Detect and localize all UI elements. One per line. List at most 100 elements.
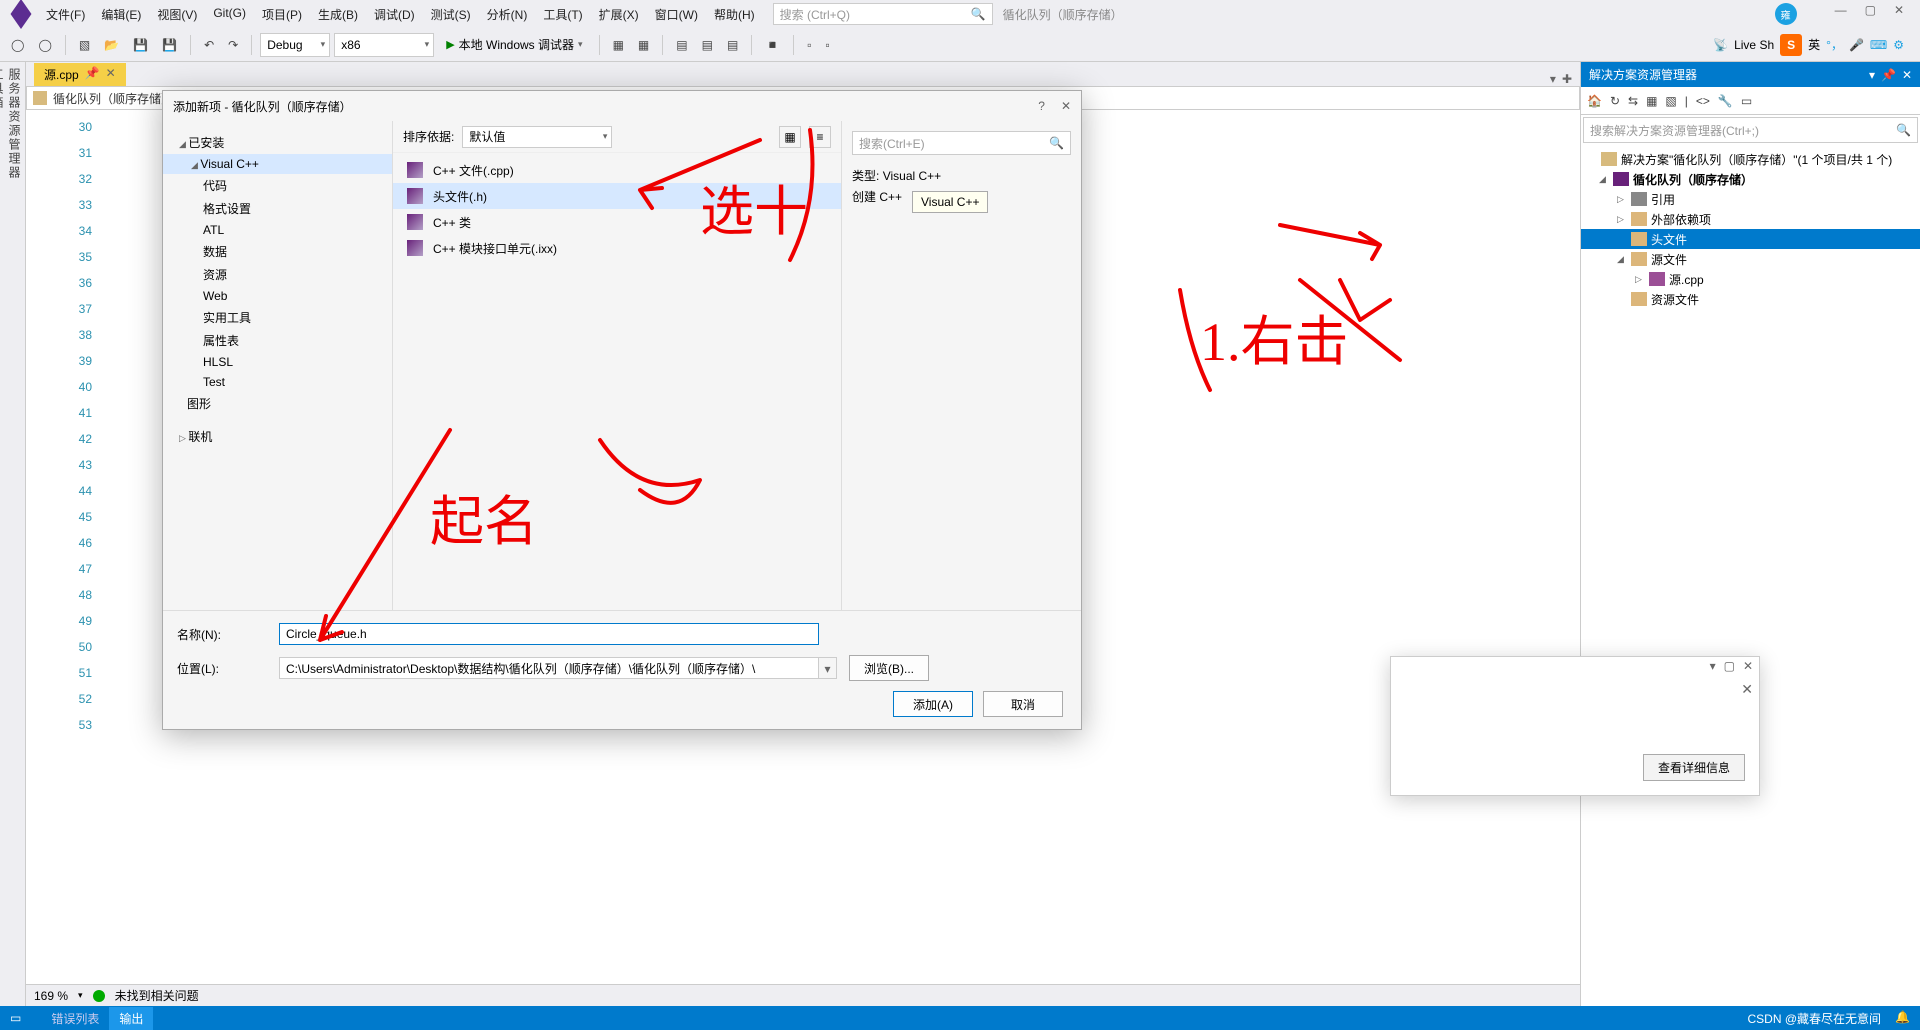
cat-item[interactable]: 实用工具 <box>163 306 392 329</box>
run-button[interactable]: ▶ 本地 Windows 调试器 ▾ <box>438 36 590 53</box>
tb-icon-2[interactable]: ▦ <box>633 35 654 55</box>
cat-item[interactable]: 属性表 <box>163 329 392 352</box>
pin-icon[interactable]: 📌 <box>85 66 100 83</box>
server-explorer-tab[interactable]: 服务器资源管理器 <box>6 68 23 988</box>
props-icon[interactable]: ▧ <box>1665 94 1676 108</box>
cat-item[interactable]: 数据 <box>163 240 392 263</box>
toolbox-tab[interactable]: 工具箱 <box>0 68 6 988</box>
location-dd-icon[interactable]: ▾ <box>819 657 837 679</box>
quick-search-box[interactable]: 搜索 (Ctrl+Q) 🔍 <box>773 3 993 25</box>
menu-item[interactable]: 扩展(X) <box>591 2 647 27</box>
menu-item[interactable]: Git(G) <box>205 2 254 27</box>
tb-icon-7[interactable]: ▫ <box>802 35 816 55</box>
cat-item[interactable]: 代码 <box>163 174 392 197</box>
dialog-close-icon[interactable]: ✕ <box>1061 99 1071 113</box>
platform-combo[interactable]: x86 <box>334 33 434 57</box>
ime-mic-icon[interactable]: 🎤 <box>1849 38 1864 52</box>
tab-add-icon[interactable]: ✚ <box>1562 72 1572 86</box>
config-icon[interactable]: ▭ <box>1741 94 1752 108</box>
cat-item[interactable]: HLSL <box>163 352 392 372</box>
location-input[interactable] <box>279 657 819 679</box>
maximize-button[interactable]: ▢ <box>1865 3 1876 25</box>
collapse-icon[interactable]: ⇆ <box>1628 94 1638 108</box>
cat-installed[interactable]: 已安装 <box>163 131 392 154</box>
tab-dropdown-icon[interactable]: ▾ <box>1550 72 1556 86</box>
ime-badge-icon[interactable]: S <box>1780 34 1802 56</box>
nav-back-icon[interactable]: ◯ <box>6 35 29 55</box>
tb-icon-5[interactable]: ▤ <box>722 35 743 55</box>
cat-item[interactable]: 资源 <box>163 263 392 286</box>
panel-close-icon[interactable]: ✕ <box>1902 68 1912 82</box>
view-list-icon[interactable]: ≡ <box>809 126 831 148</box>
template-item[interactable]: 头文件(.h) <box>393 183 841 209</box>
new-project-icon[interactable]: ▧ <box>74 35 95 55</box>
redo-icon[interactable]: ↷ <box>223 35 243 55</box>
error-list-tab[interactable]: 错误列表 <box>41 1007 109 1030</box>
cat-item[interactable]: Test <box>163 372 392 392</box>
menu-item[interactable]: 视图(V) <box>149 2 205 27</box>
tb-icon-1[interactable]: ▦ <box>608 35 629 55</box>
menu-item[interactable]: 工具(T) <box>535 2 590 27</box>
zoom-level[interactable]: 169 % <box>34 989 68 1003</box>
sort-combo[interactable]: 默认值 <box>462 126 612 148</box>
menu-item[interactable]: 编辑(E) <box>93 2 149 27</box>
category-tree[interactable]: 已安装 Visual C++ 代码格式设置ATL数据资源Web实用工具属性表HL… <box>163 121 393 610</box>
menu-item[interactable]: 调试(D) <box>366 2 423 27</box>
tab-source-cpp[interactable]: 源.cpp 📌 ✕ <box>34 63 126 86</box>
menu-item[interactable]: 帮助(H) <box>706 2 763 27</box>
template-item[interactable]: C++ 模块接口单元(.ixx) <box>393 235 841 261</box>
template-item[interactable]: C++ 类 <box>393 209 841 235</box>
ime-punct-icon[interactable]: °， <box>1826 36 1843 53</box>
headers-folder[interactable]: 头文件 <box>1581 229 1920 249</box>
sync-icon[interactable]: ↻ <box>1610 94 1620 108</box>
cat-vcpp[interactable]: Visual C++ <box>163 154 392 174</box>
browse-button[interactable]: 浏览(B)... <box>849 655 929 681</box>
liveshare-label[interactable]: Live Sh <box>1734 38 1774 52</box>
output-tab[interactable]: 输出 <box>109 1007 153 1030</box>
panel-title-bar[interactable]: 解决方案资源管理器 ▾📌✕ <box>1581 62 1920 87</box>
view-code-icon[interactable]: <> <box>1696 94 1710 108</box>
panel-toolbar[interactable]: 🏠 ↻ ⇆ ▦ ▧ | <> 🔧 ▭ <box>1581 87 1920 115</box>
nav-fwd-icon[interactable]: ◯ <box>33 35 56 55</box>
solution-search[interactable]: 搜索解决方案资源管理器(Ctrl+;) 🔍 <box>1583 117 1918 143</box>
notify-icon[interactable]: 🔔 <box>1895 1010 1910 1027</box>
solution-tree[interactable]: 解决方案"循化队列（顺序存储）"(1 个项目/共 1 个) ◢循化队列（顺序存储… <box>1581 145 1920 313</box>
cat-online[interactable]: 联机 <box>163 425 392 448</box>
config-combo[interactable]: Debug <box>260 33 330 57</box>
ime-lang[interactable]: 英 <box>1808 36 1820 53</box>
panel-dd-icon[interactable]: ▾ <box>1869 68 1875 82</box>
menu-item[interactable]: 项目(P) <box>254 2 310 27</box>
tb-icon-6[interactable]: ◾ <box>760 35 785 55</box>
name-input[interactable] <box>279 623 819 645</box>
ime-kbd-icon[interactable]: ⌨ <box>1870 38 1887 52</box>
template-item[interactable]: C++ 文件(.cpp) <box>393 157 841 183</box>
open-icon[interactable]: 📂 <box>99 35 124 55</box>
menu-item[interactable]: 生成(B) <box>310 2 366 27</box>
minimize-button[interactable]: — <box>1835 3 1847 25</box>
user-avatar[interactable]: 雍 <box>1775 3 1797 25</box>
liveshare-icon[interactable]: 📡 <box>1713 38 1728 52</box>
template-search[interactable]: 搜索(Ctrl+E) 🔍 <box>852 131 1071 155</box>
view-details-button[interactable]: 查看详细信息 <box>1643 754 1745 781</box>
pp-dd-icon[interactable]: ▾ <box>1710 659 1716 675</box>
menu-item[interactable]: 窗口(W) <box>647 2 706 27</box>
save-all-icon[interactable]: 💾 <box>157 35 182 55</box>
left-tool-rail[interactable]: 服务器资源管理器 工具箱 <box>0 62 26 1006</box>
tb-icon-3[interactable]: ▤ <box>671 35 692 55</box>
menu-item[interactable]: 文件(F) <box>38 2 93 27</box>
tb-icon-8[interactable]: ▫ <box>821 35 835 55</box>
menu-item[interactable]: 测试(S) <box>423 2 479 27</box>
cat-graphics[interactable]: 图形 <box>163 392 392 415</box>
pp-max-icon[interactable]: ▢ <box>1724 659 1735 675</box>
cat-item[interactable]: 格式设置 <box>163 197 392 220</box>
close-window-button[interactable]: ✕ <box>1894 3 1904 25</box>
cat-item[interactable]: ATL <box>163 220 392 240</box>
pp-inner-close-icon[interactable]: ✕ <box>1741 681 1753 698</box>
home-icon[interactable]: 🏠 <box>1587 94 1602 108</box>
tab-close-icon[interactable]: ✕ <box>106 66 116 83</box>
tb-icon-4[interactable]: ▤ <box>697 35 718 55</box>
menu-item[interactable]: 分析(N) <box>479 2 536 27</box>
cat-item[interactable]: Web <box>163 286 392 306</box>
cancel-button[interactable]: 取消 <box>983 691 1063 717</box>
view-tiles-icon[interactable]: ▦ <box>779 126 801 148</box>
